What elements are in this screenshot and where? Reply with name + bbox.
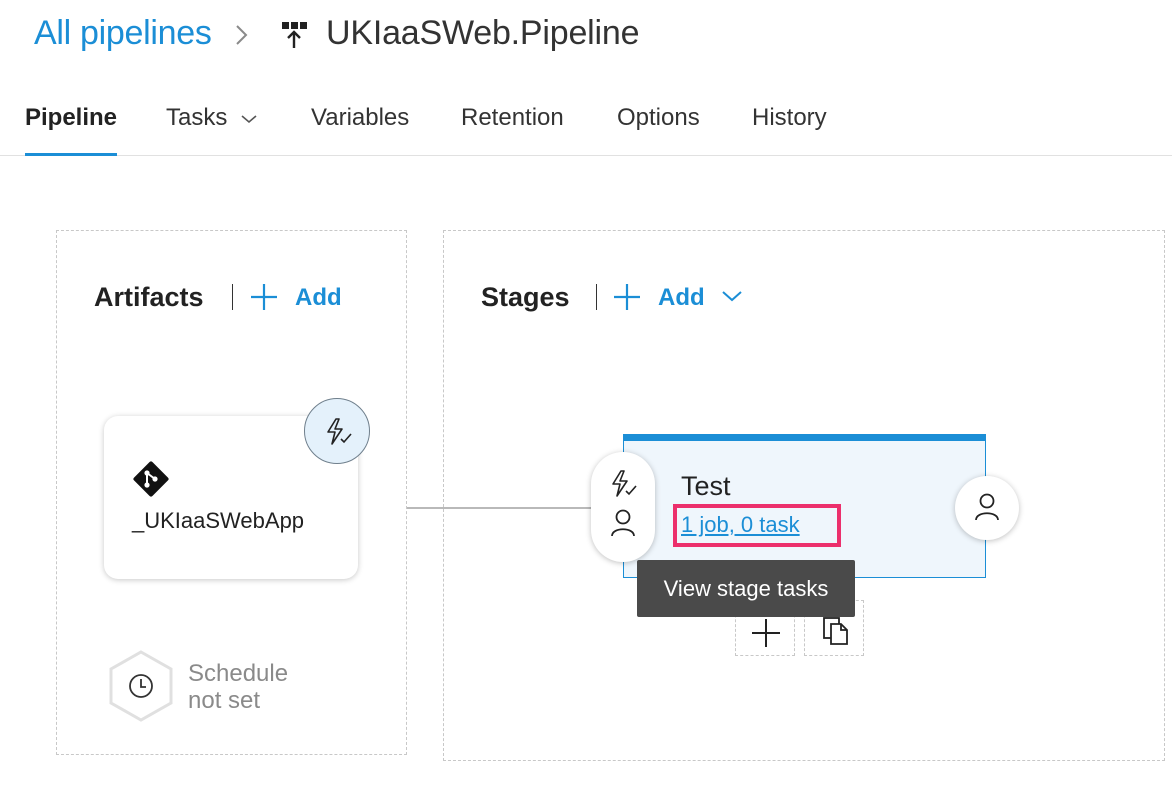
tab-retention[interactable]: Retention bbox=[461, 104, 564, 156]
tab-tasks[interactable]: Tasks bbox=[166, 104, 227, 156]
plus-icon[interactable] bbox=[612, 282, 642, 312]
chevron-down-icon[interactable] bbox=[240, 113, 258, 125]
breadcrumb-all-pipelines[interactable]: All pipelines bbox=[34, 14, 212, 53]
stage-name[interactable]: Test bbox=[681, 471, 731, 502]
tab-pipeline[interactable]: Pipeline bbox=[25, 104, 118, 156]
lightning-icon bbox=[612, 470, 637, 497]
tab-bar: Pipeline Tasks Variables Retention Optio… bbox=[0, 90, 1172, 156]
chevron-down-icon[interactable] bbox=[721, 289, 743, 303]
divider bbox=[596, 284, 597, 310]
schedule-line-1: Schedule bbox=[188, 660, 289, 687]
tab-history[interactable]: History bbox=[752, 104, 827, 156]
plus-icon[interactable] bbox=[249, 282, 279, 312]
post-deployment-conditions-button[interactable] bbox=[955, 476, 1019, 540]
tab-options[interactable]: Options bbox=[617, 104, 700, 156]
stages-title: Stages bbox=[481, 282, 570, 312]
add-stage-button[interactable]: Add bbox=[658, 284, 705, 312]
add-artifact-button[interactable]: Add bbox=[295, 284, 342, 312]
person-icon bbox=[975, 493, 999, 521]
artifact-name[interactable]: _UKIaaSWebApp bbox=[132, 508, 304, 534]
artifacts-title: Artifacts bbox=[94, 282, 204, 312]
tooltip: View stage tasks bbox=[637, 560, 855, 617]
chevron-right-icon bbox=[236, 25, 248, 45]
copy-icon bbox=[823, 617, 848, 645]
schedule-status[interactable]: Schedule not set bbox=[188, 660, 288, 714]
divider bbox=[232, 284, 233, 310]
pre-deployment-conditions-button[interactable] bbox=[591, 452, 655, 562]
schedule-icon[interactable] bbox=[108, 650, 174, 722]
page-header: All pipelines UKIaaSWeb.Pipeline bbox=[0, 0, 1172, 80]
continuous-deployment-trigger-button[interactable] bbox=[304, 398, 370, 464]
person-icon bbox=[611, 509, 635, 537]
page-title: UKIaaSWeb.Pipeline bbox=[326, 14, 640, 52]
git-icon bbox=[133, 461, 169, 497]
tab-variables[interactable]: Variables bbox=[311, 104, 409, 156]
schedule-line-2: not set bbox=[188, 687, 261, 714]
lightning-icon bbox=[327, 418, 352, 445]
highlight-box bbox=[673, 504, 841, 547]
release-pipeline-icon bbox=[282, 22, 307, 48]
plus-icon bbox=[752, 619, 780, 647]
